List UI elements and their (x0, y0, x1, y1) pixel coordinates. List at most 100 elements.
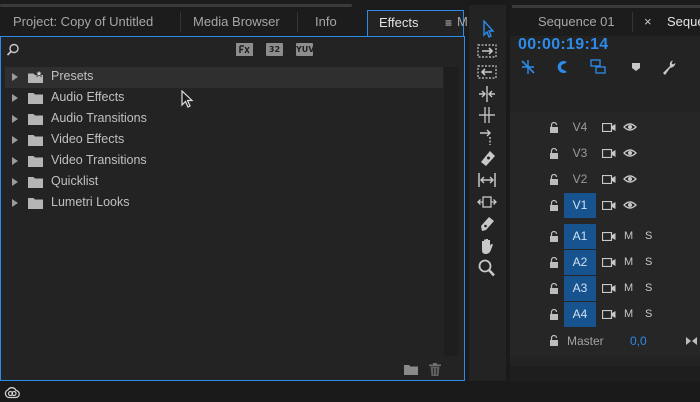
disclosure-triangle-icon[interactable] (12, 115, 18, 123)
razor-icon[interactable] (477, 149, 497, 167)
mute-button[interactable]: M (624, 256, 633, 268)
toggle-sync-lock-icon[interactable] (602, 258, 616, 267)
vertical-scrollbar[interactable] (444, 67, 459, 356)
mute-button[interactable]: M (624, 230, 633, 242)
disclosure-triangle-icon[interactable] (12, 94, 18, 102)
folder-icon (28, 93, 43, 104)
playhead-timecode[interactable]: 00:00:19:14 (518, 36, 608, 54)
disclosure-triangle-icon[interactable] (12, 178, 18, 186)
track-name[interactable]: A4 (564, 302, 596, 327)
lock-icon[interactable] (549, 174, 559, 185)
yuv-effects-filter-button[interactable]: YUV (296, 43, 314, 56)
track-name[interactable]: A3 (564, 276, 596, 301)
eye-icon[interactable] (623, 200, 637, 210)
wrench-icon[interactable] (660, 58, 678, 76)
mute-button[interactable]: M (624, 282, 633, 294)
zoom-icon[interactable] (477, 259, 497, 277)
track-name[interactable]: V3 (564, 141, 596, 165)
toggle-output-icon[interactable] (602, 175, 616, 184)
eye-icon[interactable] (623, 174, 637, 184)
mute-button[interactable]: M (624, 308, 633, 320)
panel-drag-bar[interactable] (512, 5, 700, 8)
list-item[interactable]: Presets (5, 67, 443, 88)
solo-button[interactable]: S (645, 256, 652, 268)
solo-button[interactable]: S (645, 282, 652, 294)
tab-divider (632, 12, 633, 32)
track-name[interactable]: A1 (564, 224, 596, 249)
slip-icon[interactable] (477, 171, 497, 189)
lock-icon[interactable] (549, 309, 559, 320)
tab-info[interactable]: Info (315, 10, 337, 36)
tab-sequence-active[interactable]: Seque (667, 10, 700, 36)
pen-icon[interactable] (477, 215, 497, 233)
rate-stretch-icon[interactable] (477, 128, 497, 146)
tools-panel (469, 5, 506, 381)
toggle-sync-lock-icon[interactable] (602, 232, 616, 241)
new-bin-icon[interactable] (404, 364, 418, 375)
list-item[interactable]: Audio Effects (5, 88, 443, 109)
32bit-effects-filter-button[interactable]: 32 (266, 43, 283, 56)
lock-icon[interactable] (549, 257, 559, 268)
toggle-sync-lock-icon[interactable] (602, 310, 616, 319)
go-to-end-icon[interactable] (685, 336, 698, 346)
panel-drag-bar[interactable] (0, 4, 352, 7)
preset-folder-icon (28, 69, 44, 83)
slide-icon[interactable] (477, 193, 497, 211)
disclosure-triangle-icon[interactable] (12, 157, 18, 165)
hand-icon[interactable] (477, 237, 497, 255)
lock-icon[interactable] (549, 231, 559, 242)
track-name[interactable]: V4 (564, 115, 596, 139)
tab-media-browser[interactable]: Media Browser (193, 10, 280, 36)
add-marker-icon[interactable] (627, 58, 645, 76)
eye-icon[interactable] (623, 148, 637, 158)
track-name[interactable]: V2 (564, 167, 596, 191)
search-icon[interactable] (6, 43, 20, 57)
list-item[interactable]: Audio Transitions (5, 109, 443, 130)
lock-icon[interactable] (549, 335, 559, 346)
eye-icon[interactable] (623, 122, 637, 132)
lock-icon[interactable] (549, 200, 559, 211)
snap-icon[interactable] (553, 58, 571, 76)
list-item-label: Audio Effects (51, 90, 125, 104)
track-name[interactable]: V1 (564, 193, 596, 218)
disclosure-triangle-icon[interactable] (12, 199, 18, 207)
track-select-backward-icon[interactable] (477, 63, 497, 81)
toggle-sync-lock-icon[interactable] (602, 284, 616, 293)
lock-icon[interactable] (549, 122, 559, 133)
lock-icon[interactable] (549, 148, 559, 159)
list-item-label: Video Transitions (51, 153, 147, 167)
timeline-horizontal-scrollbar[interactable] (510, 366, 700, 381)
tab-close-icon[interactable]: × (644, 10, 652, 36)
track-select-forward-icon[interactable] (477, 42, 497, 60)
disclosure-triangle-icon[interactable] (12, 136, 18, 144)
toggle-output-icon[interactable] (602, 149, 616, 158)
list-item[interactable]: Video Transitions (5, 151, 443, 172)
disclosure-triangle-icon[interactable] (12, 73, 18, 81)
panel-menu-icon[interactable]: ≡ (445, 16, 452, 30)
linked-selection-icon[interactable] (589, 58, 607, 76)
toggle-output-icon[interactable] (602, 201, 616, 210)
tab-sequence-01[interactable]: Sequence 01 (538, 10, 615, 36)
rolling-edit-icon[interactable] (477, 106, 497, 124)
tab-project[interactable]: Project: Copy of Untitled (13, 10, 153, 36)
timeline-panel: 00:00:19:14 V4 V3 V2 V1 A1 M S A2 M S A3… (510, 36, 700, 381)
folder-icon (28, 198, 43, 209)
creative-cloud-icon[interactable] (4, 386, 20, 399)
tab-effects[interactable]: Effects ≡ (367, 10, 464, 37)
toggle-output-icon[interactable] (602, 123, 616, 132)
nest-toggle-icon[interactable] (519, 58, 537, 76)
solo-button[interactable]: S (645, 308, 652, 320)
tab-overflow[interactable]: M (457, 10, 468, 36)
effects-panel: 32 YUV Presets Audio Effects Audio Trans… (0, 36, 465, 381)
lock-icon[interactable] (549, 283, 559, 294)
list-item[interactable]: Quicklist (5, 172, 443, 193)
master-volume-value[interactable]: 0,0 (630, 334, 647, 348)
selection-tool-icon[interactable] (477, 20, 497, 38)
accelerated-effects-filter-button[interactable] (236, 43, 253, 56)
list-item[interactable]: Lumetri Looks (5, 193, 443, 214)
trash-icon[interactable] (429, 363, 441, 376)
list-item[interactable]: Video Effects (5, 130, 443, 151)
track-name[interactable]: A2 (564, 250, 596, 275)
ripple-edit-icon[interactable] (477, 85, 497, 103)
solo-button[interactable]: S (645, 230, 652, 242)
